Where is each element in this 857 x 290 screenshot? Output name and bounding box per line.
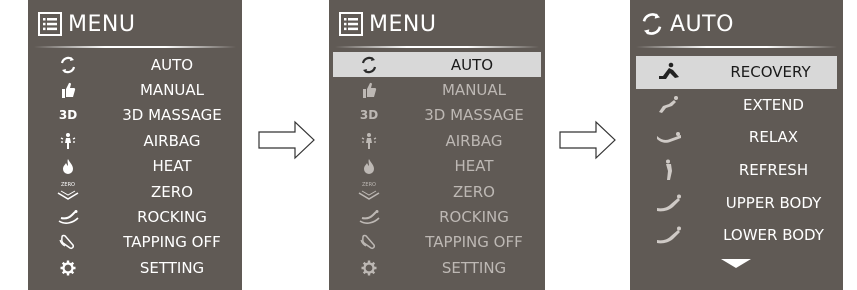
3d-icon: 3D bbox=[58, 108, 78, 123]
menu-item-label: ROCKING bbox=[439, 208, 509, 227]
menu-item-auto-selected[interactable]: AUTO bbox=[333, 52, 541, 78]
page-title: AUTO bbox=[670, 11, 734, 37]
menu-item-label: SETTING bbox=[441, 258, 507, 277]
menu-item-label: 3D MASSAGE bbox=[122, 106, 222, 125]
menu-item-airbag[interactable]: AIRBAG bbox=[28, 128, 242, 153]
program-label: UPPER BODY bbox=[725, 193, 822, 212]
program-label: RELAX bbox=[748, 128, 799, 147]
menu-item-label: HEAT bbox=[152, 157, 192, 176]
menu-item-airbag[interactable]: AIRBAG bbox=[329, 128, 545, 153]
menu-item-label: MANUAL bbox=[139, 81, 205, 100]
upper-body-pose-icon bbox=[656, 191, 682, 215]
circular-arrows-icon bbox=[640, 12, 664, 36]
program-label: LOWER BODY bbox=[723, 226, 824, 245]
right-arrow-icon bbox=[559, 120, 616, 160]
menu-list: AUTO MANUAL 3D 3D MASSAGE AIRBAG HEAT ZE… bbox=[28, 52, 242, 281]
recovery-pose-icon bbox=[656, 60, 682, 84]
page-title: MENU bbox=[369, 11, 437, 37]
program-label: REFRESH bbox=[738, 161, 809, 180]
tapping-hand-icon bbox=[57, 232, 79, 252]
divider bbox=[335, 46, 539, 48]
menu-item-label: SETTING bbox=[139, 258, 205, 277]
menu-item-label: HEAT bbox=[454, 157, 494, 176]
menu-item-label: AUTO bbox=[150, 55, 194, 74]
zero-gravity-icon: ZERO bbox=[57, 182, 79, 202]
menu-header: MENU bbox=[38, 6, 135, 42]
3d-icon: 3D bbox=[359, 108, 379, 123]
divider bbox=[34, 46, 236, 48]
menu-item-manual[interactable]: MANUAL bbox=[28, 77, 242, 102]
flame-icon bbox=[57, 156, 79, 176]
right-arrow-icon bbox=[258, 120, 315, 160]
lower-body-pose-icon bbox=[656, 223, 682, 247]
rocking-chair-icon bbox=[358, 207, 380, 227]
menu-item-label: AUTO bbox=[450, 55, 494, 74]
menu-item-label: MANUAL bbox=[441, 81, 507, 100]
scroll-down-triangle-icon[interactable] bbox=[721, 259, 751, 268]
menu-list: AUTO MANUAL 3D 3D MASSAGE AIRBAG HEAT ZE… bbox=[329, 52, 545, 281]
auto-panel: AUTO RECOVERY EXTEND RELAX REFRESH UPPER… bbox=[630, 0, 843, 290]
hand-icon bbox=[57, 80, 79, 100]
menu-item-label: AIRBAG bbox=[143, 131, 201, 150]
menu-item-auto[interactable]: AUTO bbox=[28, 52, 242, 77]
menu-item-label: ROCKING bbox=[137, 208, 207, 227]
circular-arrows-icon bbox=[358, 55, 380, 75]
program-item-recovery-selected[interactable]: RECOVERY bbox=[636, 56, 837, 89]
circular-arrows-icon bbox=[57, 55, 79, 75]
auto-program-list: RECOVERY EXTEND RELAX REFRESH UPPER BODY… bbox=[630, 56, 843, 252]
zero-gravity-icon: ZERO bbox=[358, 182, 380, 202]
menu-item-setting[interactable]: SETTING bbox=[329, 255, 545, 280]
menu-item-tapping-off[interactable]: TAPPING OFF bbox=[28, 230, 242, 255]
menu-item-label: AIRBAG bbox=[445, 131, 503, 150]
extend-pose-icon bbox=[656, 93, 682, 117]
flame-icon bbox=[358, 156, 380, 176]
program-item-upper-body[interactable]: UPPER BODY bbox=[630, 186, 843, 219]
program-item-refresh[interactable]: REFRESH bbox=[630, 154, 843, 187]
menu-item-manual[interactable]: MANUAL bbox=[329, 77, 545, 102]
menu-panel: MENU AUTO MANUAL 3D 3D MASSAGE AIRBAG HE… bbox=[329, 0, 545, 290]
menu-item-heat[interactable]: HEAT bbox=[329, 154, 545, 179]
menu-item-label: ZERO bbox=[151, 182, 193, 201]
divider bbox=[636, 46, 837, 48]
menu-header: MENU bbox=[339, 6, 436, 42]
menu-item-label: ZERO bbox=[453, 182, 495, 201]
tapping-hand-icon bbox=[358, 232, 380, 252]
menu-item-tapping-off[interactable]: TAPPING OFF bbox=[329, 230, 545, 255]
menu-item-zero[interactable]: ZERO ZERO bbox=[28, 179, 242, 204]
zero-icon-text: ZERO bbox=[61, 181, 75, 188]
page-title: MENU bbox=[68, 11, 136, 37]
menu-item-rocking[interactable]: ROCKING bbox=[329, 204, 545, 229]
program-item-relax[interactable]: RELAX bbox=[630, 121, 843, 154]
zero-icon-text: ZERO bbox=[362, 181, 376, 188]
airbag-person-icon bbox=[57, 131, 79, 151]
menu-panel: MENU AUTO MANUAL 3D 3D MASSAGE AIRBAG HE… bbox=[28, 0, 242, 290]
airbag-person-icon bbox=[358, 131, 380, 151]
menu-item-rocking[interactable]: ROCKING bbox=[28, 204, 242, 229]
relax-pose-icon bbox=[656, 125, 682, 149]
menu-item-3d-massage[interactable]: 3D 3D MASSAGE bbox=[329, 103, 545, 128]
menu-item-setting[interactable]: SETTING bbox=[28, 255, 242, 280]
menu-item-label: TAPPING OFF bbox=[123, 233, 221, 252]
program-label: EXTEND bbox=[743, 95, 804, 114]
program-item-extend[interactable]: EXTEND bbox=[630, 89, 843, 122]
program-label: RECOVERY bbox=[730, 63, 811, 82]
rocking-chair-icon bbox=[57, 207, 79, 227]
hand-icon bbox=[358, 80, 380, 100]
menu-item-label: TAPPING OFF bbox=[425, 233, 523, 252]
program-item-lower-body[interactable]: LOWER BODY bbox=[630, 219, 843, 252]
menu-item-label: 3D MASSAGE bbox=[424, 106, 524, 125]
gear-icon bbox=[358, 258, 380, 278]
menu-item-zero[interactable]: ZERO ZERO bbox=[329, 179, 545, 204]
menu-list-icon bbox=[339, 12, 363, 36]
refresh-pose-icon bbox=[656, 158, 682, 182]
menu-item-3d-massage[interactable]: 3D 3D MASSAGE bbox=[28, 103, 242, 128]
gear-icon bbox=[57, 258, 79, 278]
menu-list-icon bbox=[38, 12, 62, 36]
menu-item-heat[interactable]: HEAT bbox=[28, 154, 242, 179]
auto-header: AUTO bbox=[640, 6, 734, 42]
